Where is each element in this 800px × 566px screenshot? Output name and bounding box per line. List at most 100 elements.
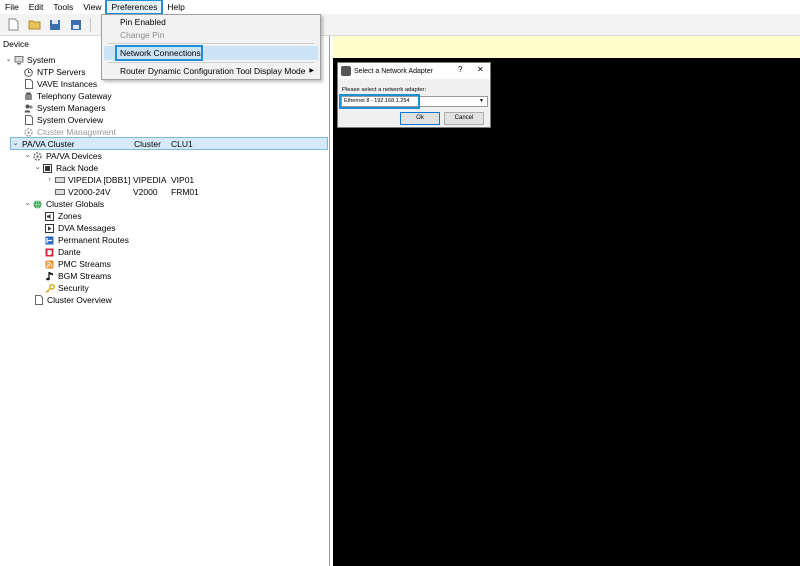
network-adapter-dialog: Select a Network Adapter ? ✕ Please sele… [337, 62, 491, 128]
tree-item-cluster-overview[interactable]: Cluster Overview [33, 294, 112, 306]
app-icon [341, 66, 351, 76]
speaker-icon [44, 211, 55, 221]
clock-icon [23, 67, 34, 77]
menu-file[interactable]: File [0, 0, 24, 14]
chevron-down-icon[interactable]: ⌄ [33, 162, 42, 174]
tree-label: Rack Node [56, 163, 99, 173]
new-file-icon[interactable] [6, 18, 20, 32]
tree-item-pmc-streams[interactable]: PMC Streams [44, 258, 111, 270]
menu-bar: File Edit Tools View Preferences Help [0, 0, 800, 15]
users-icon [23, 103, 34, 113]
tree-label: PMC Streams [58, 259, 111, 269]
menu-item-network-connections[interactable]: Network Connections [120, 47, 201, 60]
dialog-titlebar: Select a Network Adapter ? ✕ [338, 63, 490, 79]
tree-type: Cluster [134, 138, 161, 149]
document-icon [33, 295, 44, 305]
menu-edit[interactable]: Edit [24, 0, 49, 14]
chevron-down-icon[interactable]: ⌄ [11, 138, 20, 150]
tree-item-permanent-routes[interactable]: Permanent Routes [44, 234, 129, 246]
highlight-box [339, 94, 420, 109]
play-icon [44, 223, 55, 233]
preferences-dropdown: Pin Enabled Change Pin Network Connectio… [101, 14, 321, 80]
device-icon [54, 175, 65, 185]
tree-item-vave-instances[interactable]: VAVE Instances [23, 78, 97, 90]
menu-item-pin-enabled[interactable]: Pin Enabled [120, 16, 166, 29]
tree-label: Zones [58, 211, 82, 221]
key-icon [44, 283, 55, 293]
chevron-down-icon: ▼ [479, 98, 484, 104]
tree-id: VIP01 [171, 175, 195, 185]
menu-separator [108, 62, 314, 63]
tree-item-telephony-gateway[interactable]: Telephony Gateway [23, 90, 112, 102]
tree-item-pava-cluster[interactable]: ⌄ PA/VA Cluster Cluster CLU1 [10, 137, 328, 150]
tree-id: CLU1 [171, 138, 193, 149]
tree-label: BGM Streams [58, 271, 112, 281]
tree-label: System Managers [37, 103, 106, 113]
tree-label: DVA Messages [58, 223, 116, 233]
tree-item-cluster-globals[interactable]: ⌄ Cluster Globals [23, 198, 105, 210]
gear-icon [23, 127, 34, 137]
computer-icon [13, 55, 24, 65]
submenu-arrow-icon: ▶ [309, 68, 314, 74]
tree-item-pava-devices[interactable]: ⌄ PA/VA Devices [23, 150, 102, 162]
tree-item-bgm-streams[interactable]: BGM Streams [44, 270, 111, 282]
music-note-icon [44, 271, 55, 281]
document-icon [23, 115, 34, 125]
tree-item-ntp-servers[interactable]: NTP Servers [23, 66, 86, 78]
tree-type: VIPEDIA [133, 175, 167, 185]
save-icon[interactable] [48, 18, 62, 32]
tree-label: VIPEDIA [DBB1] [68, 175, 131, 185]
save-all-icon[interactable] [69, 18, 83, 32]
tree-label: PA/VA Cluster [22, 138, 75, 149]
tree-item-v2000[interactable]: V2000-24V V2000 FRM01 [54, 186, 325, 198]
tree-type: V2000 [133, 187, 158, 197]
tree-item-system-managers[interactable]: System Managers [23, 102, 106, 114]
tree-item-dante[interactable]: Dante [44, 246, 81, 258]
rack-icon [42, 163, 53, 173]
ok-button[interactable]: Ok [400, 112, 440, 125]
device-tree-panel: Device ⌄ System NTP Servers VAVE Instanc… [0, 36, 330, 566]
routes-icon [44, 235, 55, 245]
tree-item-zones[interactable]: Zones [44, 210, 82, 222]
menu-view[interactable]: View [78, 0, 106, 14]
help-button[interactable]: ? [458, 65, 462, 74]
dialog-prompt: Please select a network adapter: [342, 87, 427, 93]
globe-icon [32, 199, 43, 209]
toolbar-separator [90, 17, 91, 32]
tree-label: Permanent Routes [58, 235, 129, 245]
tree-label: Cluster Overview [47, 295, 112, 305]
menu-help[interactable]: Help [162, 0, 189, 14]
content-area [333, 58, 800, 566]
menu-item-change-pin: Change Pin [120, 30, 165, 40]
document-icon [23, 79, 34, 89]
tree-label: V2000-24V [68, 187, 111, 197]
tree-item-vipedia[interactable]: › VIPEDIA [DBB1] VIPEDIA VIP01 [45, 174, 325, 186]
menu-tools[interactable]: Tools [48, 0, 78, 14]
close-icon[interactable]: ✕ [477, 65, 484, 74]
tree-label: PA/VA Devices [46, 151, 102, 161]
tree-item-system[interactable]: ⌄ System [4, 54, 56, 66]
dante-icon [44, 247, 55, 257]
tree-item-security[interactable]: Security [44, 282, 89, 294]
chevron-down-icon[interactable]: ⌄ [23, 150, 32, 162]
tree-item-rack-node[interactable]: ⌄ Rack Node [33, 162, 99, 174]
tree-label: VAVE Instances [37, 79, 98, 89]
chevron-down-icon[interactable]: ⌄ [23, 198, 32, 210]
device-icon [54, 187, 65, 197]
tree-item-dva-messages[interactable]: DVA Messages [44, 222, 115, 234]
tree-label: System [27, 55, 56, 65]
phone-icon [23, 91, 34, 101]
gear-icon [32, 151, 43, 161]
tree-id: FRM01 [171, 187, 199, 197]
cancel-button[interactable]: Cancel [444, 112, 484, 125]
tree-label: Cluster Globals [46, 199, 105, 209]
chevron-down-icon[interactable]: ⌄ [4, 54, 13, 66]
tree-label: System Overview [37, 115, 104, 125]
tree-label: NTP Servers [37, 67, 86, 77]
menu-item-router-display-mode[interactable]: Router Dynamic Configuration Tool Displa… [120, 65, 306, 78]
menu-preferences[interactable]: Preferences [105, 0, 164, 15]
chevron-right-icon[interactable]: › [45, 174, 54, 186]
menu-separator [108, 43, 314, 44]
tree-item-system-overview[interactable]: System Overview [23, 114, 103, 126]
open-folder-icon[interactable] [27, 18, 41, 32]
